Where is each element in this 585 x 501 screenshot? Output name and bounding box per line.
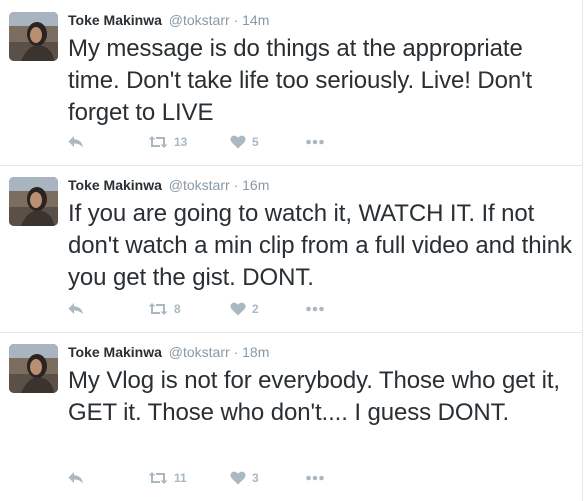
separator-dot: ·	[233, 344, 239, 360]
reply-button[interactable]	[68, 300, 84, 318]
like-count: 3	[252, 471, 259, 485]
like-button[interactable]: 2	[230, 300, 259, 318]
separator-dot: ·	[233, 177, 239, 193]
separator-dot: ·	[233, 12, 239, 28]
more-icon	[306, 306, 324, 312]
reply-button[interactable]	[68, 469, 84, 487]
retweet-icon	[148, 302, 168, 316]
avatar[interactable]	[9, 177, 58, 226]
tweet-actions: 8 2	[68, 300, 388, 318]
heart-icon	[230, 471, 246, 485]
tweet-text: My message is do things at the appropria…	[68, 35, 533, 126]
tweet-actions: 11 3	[68, 469, 388, 487]
retweet-count: 8	[174, 302, 181, 316]
tweet-header: Toke Makinwa @tokstarr · 16m	[68, 176, 269, 194]
retweet-button[interactable]: 11	[148, 469, 187, 487]
retweet-icon	[148, 471, 168, 485]
more-button[interactable]	[306, 300, 324, 318]
author-handle[interactable]: @tokstarr	[169, 177, 230, 193]
avatar[interactable]	[9, 12, 58, 61]
tweet-header: Toke Makinwa @tokstarr · 14m	[68, 11, 269, 29]
retweet-icon	[148, 135, 168, 149]
more-button[interactable]	[306, 469, 324, 487]
timestamp[interactable]: 16m	[242, 177, 269, 193]
tweet[interactable]: Toke Makinwa @tokstarr · 14m My message …	[0, 0, 583, 166]
author-name[interactable]: Toke Makinwa	[68, 177, 162, 193]
more-icon	[306, 475, 324, 481]
like-count: 5	[252, 135, 259, 149]
author-handle[interactable]: @tokstarr	[169, 344, 230, 360]
retweet-button[interactable]: 13	[148, 133, 187, 151]
retweet-button[interactable]: 8	[148, 300, 181, 318]
reply-button[interactable]	[68, 133, 84, 151]
tweet-actions: 13 5	[68, 133, 388, 151]
reply-icon	[68, 302, 84, 316]
retweet-count: 13	[174, 135, 188, 149]
reply-icon	[68, 135, 84, 149]
tweet[interactable]: Toke Makinwa @tokstarr · 16m If you are …	[0, 166, 583, 333]
tweet-text: My Vlog is not for everybody. Those who …	[68, 367, 560, 426]
retweet-count: 11	[174, 471, 187, 485]
author-handle[interactable]: @tokstarr	[169, 12, 230, 28]
timestamp[interactable]: 18m	[242, 344, 269, 360]
tweet-text: If you are going to watch it, WATCH IT. …	[68, 200, 572, 291]
avatar[interactable]	[9, 344, 58, 393]
reply-icon	[68, 471, 84, 485]
timestamp[interactable]: 14m	[242, 12, 269, 28]
tweet-header: Toke Makinwa @tokstarr · 18m	[68, 343, 269, 361]
more-icon	[306, 139, 324, 145]
heart-icon	[230, 135, 246, 149]
tweet-timeline: Toke Makinwa @tokstarr · 14m My message …	[0, 0, 585, 501]
tweet[interactable]: Toke Makinwa @tokstarr · 18m My Vlog is …	[0, 333, 583, 501]
more-button[interactable]	[306, 133, 324, 151]
author-name[interactable]: Toke Makinwa	[68, 12, 162, 28]
like-count: 2	[252, 302, 259, 316]
like-button[interactable]: 5	[230, 133, 259, 151]
author-name[interactable]: Toke Makinwa	[68, 344, 162, 360]
like-button[interactable]: 3	[230, 469, 259, 487]
heart-icon	[230, 302, 246, 316]
